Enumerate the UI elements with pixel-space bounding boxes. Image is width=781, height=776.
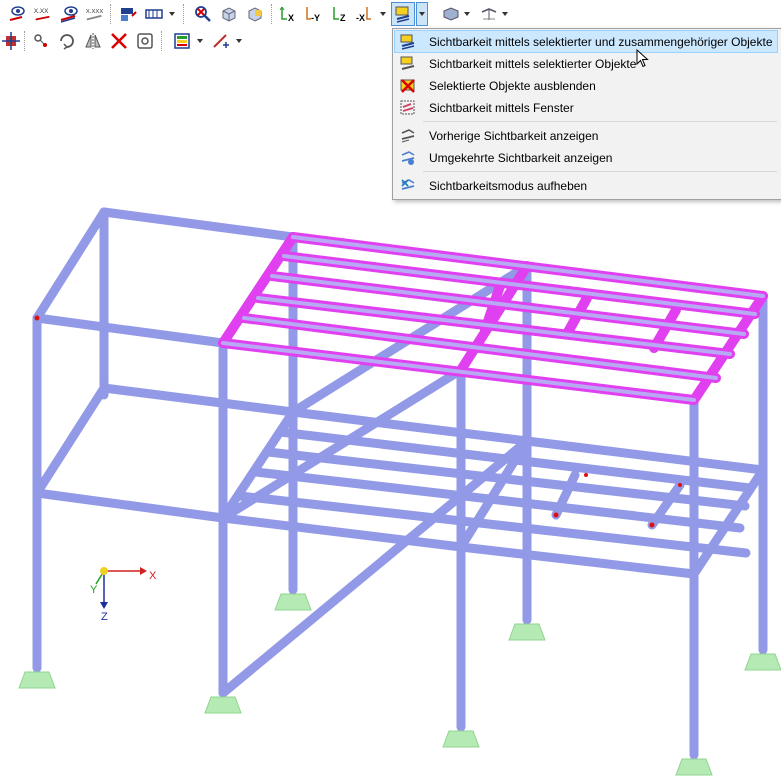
rotate-icon[interactable] (56, 30, 78, 52)
menu-separator (423, 121, 777, 122)
visibility-menu: Sichtbarkeit mittels selektierter und zu… (392, 28, 781, 200)
show-numbering-icon[interactable] (6, 3, 28, 25)
previous-visibility-icon (399, 127, 417, 145)
z-axis-label: Z (101, 611, 108, 623)
menu-separator (423, 171, 777, 172)
coordinate-dropdown[interactable] (500, 3, 510, 25)
visibility-mode-icon[interactable] (391, 2, 415, 26)
view-minus-x-label: -X (356, 13, 365, 23)
menu-item-previous-visibility[interactable]: Vorherige Sichtbarkeit anzeigen (395, 125, 777, 146)
color-scale-icon[interactable] (171, 30, 193, 52)
menu-item-label: Sichtbarkeit mittels selektierter Objekt… (429, 56, 637, 71)
view-3d-icon[interactable] (244, 3, 266, 25)
inverted-visibility-icon (399, 149, 417, 167)
menu-item-visibility-selected-related[interactable]: Sichtbarkeit mittels selektierter und zu… (394, 30, 778, 53)
mouse-cursor-icon (636, 49, 649, 68)
numbering-values-button[interactable]: X.XX (32, 3, 54, 25)
color-scale-dropdown[interactable] (195, 30, 205, 52)
visibility-mode-dropdown[interactable] (416, 2, 428, 26)
view-minus-y-label: -Y (311, 13, 320, 23)
menu-item-visibility-window[interactable]: Sichtbarkeit mittels Fenster (395, 97, 777, 118)
view-z-label: Z (340, 13, 346, 23)
view-x-label: X (288, 13, 294, 23)
toolbar-separator (110, 4, 112, 24)
view-x-icon[interactable]: X (276, 3, 298, 25)
results-values-button[interactable]: X.XXX (84, 3, 106, 25)
results-values-text: X.XXX (86, 9, 103, 15)
section-view-dropdown[interactable] (167, 3, 177, 25)
view-dropdown[interactable] (378, 3, 388, 25)
menu-item-label: Sichtbarkeit mittels selektierter und zu… (429, 34, 773, 49)
display-options-dropdown[interactable] (462, 3, 472, 25)
hide-selected-icon (399, 77, 417, 95)
numbering-values-text: X.XX (34, 8, 49, 15)
view-minus-y-icon[interactable]: -Y (302, 3, 324, 25)
mirror-icon[interactable] (82, 30, 104, 52)
section-view-icon[interactable] (143, 3, 165, 25)
dimension-icon[interactable] (210, 30, 232, 52)
coordinate-icon[interactable] (478, 3, 500, 25)
y-axis-label: Y (90, 584, 98, 596)
menu-item-label: Sichtbarkeit mittels Fenster (429, 100, 574, 115)
menu-item-hide-selected[interactable]: Selektierte Objekte ausblenden (395, 75, 777, 96)
zoom-reset-icon[interactable] (192, 3, 214, 25)
x-axis-label: X (149, 570, 157, 582)
show-results-icon[interactable] (58, 3, 80, 25)
render-mode-icon[interactable] (117, 3, 139, 25)
main-toolbar: X.XX X.XXX X -Y Z -X (0, 0, 781, 28)
visibility-window-icon (399, 99, 417, 117)
visibility-selected-related-icon (399, 33, 417, 51)
move-icon[interactable] (0, 30, 22, 52)
delete-icon[interactable] (108, 30, 130, 52)
settings-icon[interactable] (134, 30, 156, 52)
menu-item-label: Umgekehrte Sichtbarkeit anzeigen (429, 150, 613, 165)
toolbar-separator (161, 31, 163, 51)
reset-visibility-icon (399, 177, 417, 195)
supports (18, 593, 781, 776)
menu-item-reset-visibility[interactable]: Sichtbarkeitsmodus aufheben (395, 175, 777, 196)
visibility-selected-icon (399, 55, 417, 73)
menu-item-label: Vorherige Sichtbarkeit anzeigen (429, 128, 599, 143)
menu-item-inverted-visibility[interactable]: Umgekehrte Sichtbarkeit anzeigen (395, 147, 777, 168)
toolbar-separator (183, 4, 185, 24)
axis-triad: X Y Z (90, 567, 157, 623)
menu-item-visibility-selected[interactable]: Sichtbarkeit mittels selektierter Objekt… (395, 53, 777, 74)
select-node-icon[interactable] (30, 30, 52, 52)
iso-view-icon[interactable] (218, 3, 240, 25)
view-z-icon[interactable]: Z (328, 3, 350, 25)
toolbar-separator (24, 31, 26, 51)
menu-item-label: Sichtbarkeitsmodus aufheben (429, 178, 588, 193)
menu-item-label: Selektierte Objekte ausblenden (429, 78, 596, 93)
toolbar-separator (271, 4, 273, 24)
view-minus-x-icon[interactable]: -X (354, 3, 376, 25)
dimension-dropdown[interactable] (234, 30, 244, 52)
display-options-icon[interactable] (440, 3, 462, 25)
